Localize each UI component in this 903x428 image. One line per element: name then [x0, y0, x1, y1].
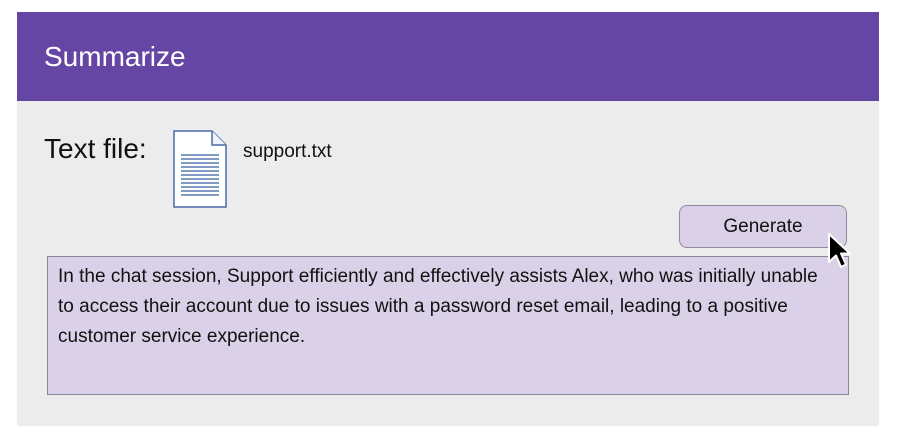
panel-header: Summarize [17, 12, 879, 101]
page-title: Summarize [44, 41, 186, 72]
summary-output: In the chat session, Support efficiently… [47, 256, 849, 395]
file-label: Text file: [44, 133, 147, 164]
summarize-panel: Summarize Text file: support.txt Generat… [17, 12, 879, 426]
mouse-pointer-icon [827, 232, 855, 272]
text-document-icon[interactable] [172, 129, 228, 209]
file-name: support.txt [243, 141, 332, 162]
generate-button[interactable]: Generate [679, 205, 847, 248]
